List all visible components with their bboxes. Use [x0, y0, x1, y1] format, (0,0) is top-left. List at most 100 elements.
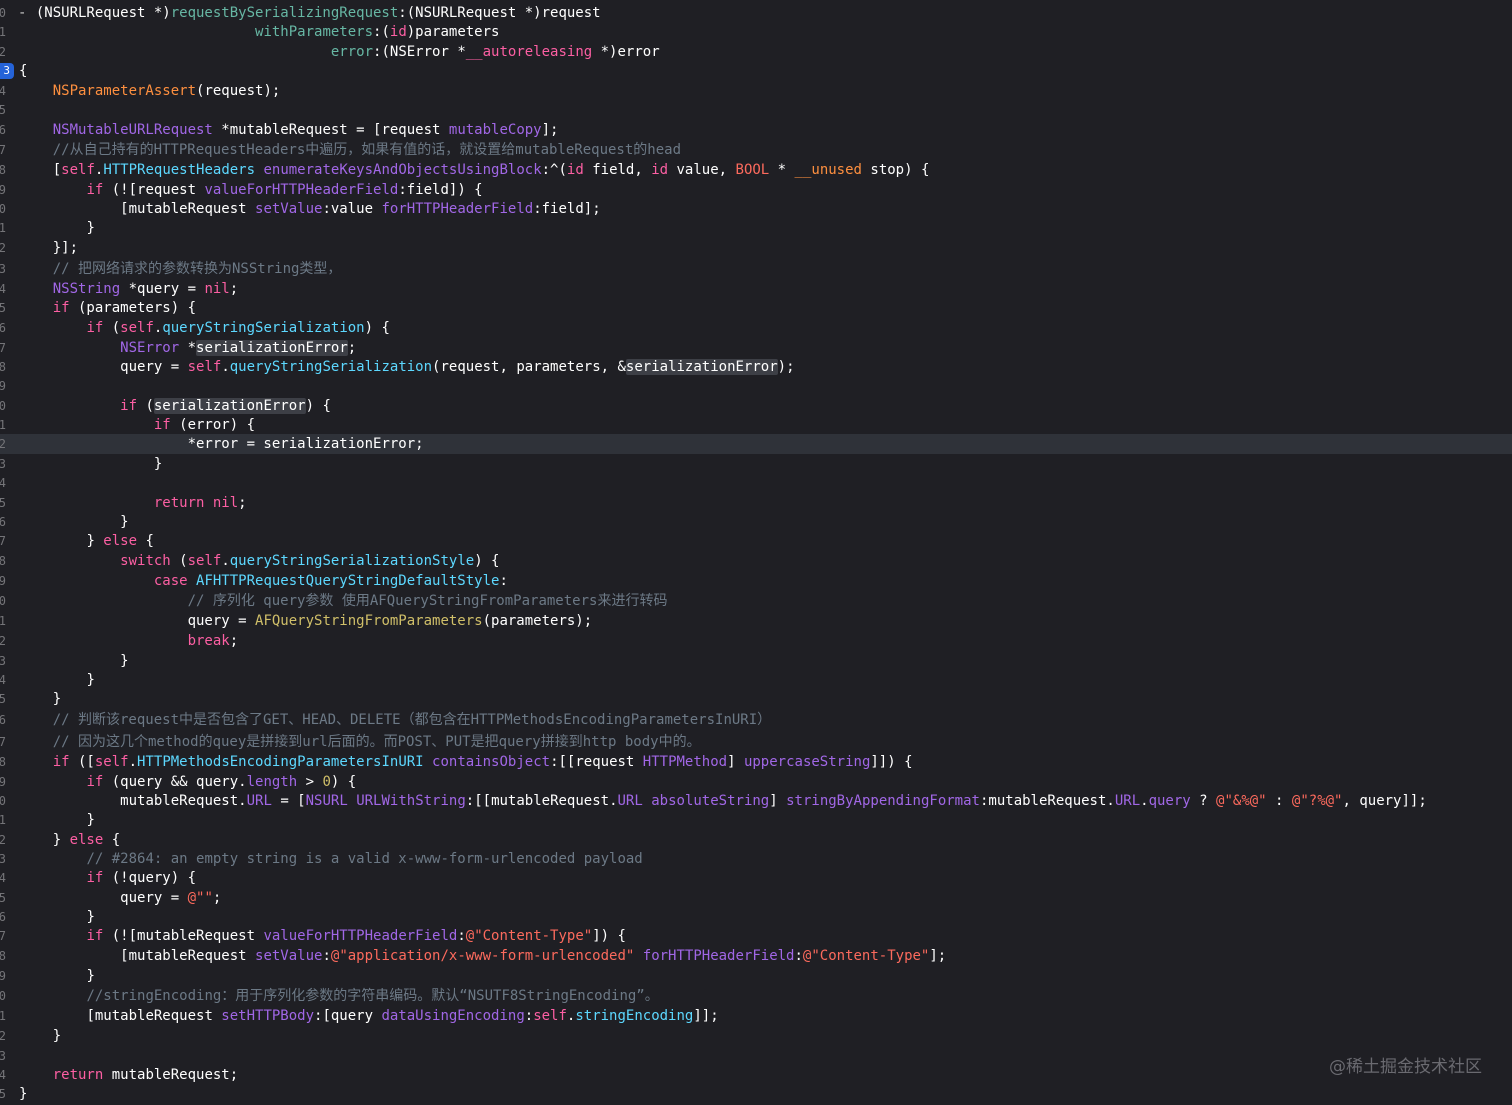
code-line[interactable]: 9 } — [0, 966, 1512, 986]
code-token: :value — [322, 201, 382, 217]
code-text: *error = serializationError; — [19, 434, 424, 454]
code-line[interactable]: 2 } — [0, 1026, 1512, 1046]
code-line[interactable]: 9 if (![request valueForHTTPHeaderField:… — [0, 180, 1512, 200]
code-line[interactable]: 0- (NSURLRequest *)requestBySerializingR… — [0, 3, 1512, 23]
code-line[interactable]: 1 withParameters:(id)parameters — [0, 22, 1512, 42]
code-line[interactable]: 2 } else { — [0, 830, 1512, 850]
code-token: , query]]; — [1342, 793, 1427, 809]
code-token: (query && query. — [103, 774, 247, 790]
code-line[interactable]: 3 // 把网络请求的参数转换为NSString类型， — [0, 259, 1512, 279]
line-number-text: 4 — [0, 871, 6, 885]
code-line[interactable]: 0 mutableRequest.URL = [NSURL URLWithStr… — [0, 791, 1512, 811]
code-line[interactable]: 5 — [0, 100, 1512, 120]
code-line[interactable]: 7 NSError *serializationError; — [0, 338, 1512, 358]
code-text: }]; — [19, 238, 78, 258]
code-line[interactable]: 2 break; — [0, 631, 1512, 651]
code-token: [mutableRequest — [120, 948, 256, 964]
code-line[interactable]: 2 error:(NSError *__autoreleasing *)erro… — [0, 42, 1512, 62]
code-line[interactable]: 7 } else { — [0, 531, 1512, 551]
code-token: // 序列化 query参数 使用AFQueryStringFromParame… — [187, 593, 668, 609]
code-line[interactable]: 8 switch (self.queryStringSerializationS… — [0, 551, 1512, 571]
code-line[interactable]: 5 if (parameters) { — [0, 298, 1512, 318]
code-token: (request); — [196, 83, 281, 99]
line-number: 9 — [0, 966, 12, 986]
code-line[interactable]: 5 query = @""; — [0, 888, 1512, 908]
code-line[interactable]: 6 } — [0, 512, 1512, 532]
code-line[interactable]: 9 case AFHTTPRequestQueryStringDefaultSt… — [0, 571, 1512, 591]
code-line[interactable]: 2 }]; — [0, 238, 1512, 258]
code-token: } — [52, 1028, 62, 1044]
code-token: else — [69, 832, 104, 848]
code-line[interactable]: 6 } — [0, 907, 1512, 927]
code-token: : — [524, 1008, 534, 1024]
code-line[interactable]: 3 — [0, 1046, 1512, 1066]
line-number-text: 0 — [0, 989, 6, 1003]
line-number-text: 6 — [0, 515, 6, 529]
code-text: if (query && query.length > 0) { — [19, 772, 356, 792]
code-line[interactable]: 7 if (![mutableRequest valueForHTTPHeade… — [0, 926, 1512, 946]
code-token: . — [221, 359, 230, 375]
line-number-text: 7 — [0, 341, 6, 355]
code-token: { — [19, 63, 28, 79]
code-text: case AFHTTPRequestQueryStringDefaultStyl… — [19, 571, 508, 591]
code-editor[interactable]: 0- (NSURLRequest *)requestBySerializingR… — [0, 0, 1512, 1105]
code-token: } — [86, 812, 95, 828]
code-line[interactable]: 8 if ([self.HTTPMethodsEncodingParameter… — [0, 752, 1512, 772]
code-token: . — [221, 553, 230, 569]
code-token: :(NSURLRequest *)request — [398, 5, 601, 21]
code-line[interactable]: 1 if (error) { — [0, 415, 1512, 435]
code-line[interactable]: 1 } — [0, 218, 1512, 238]
code-token: absoluteString — [651, 793, 770, 809]
code-line[interactable]: 0 [mutableRequest setValue:value forHTTP… — [0, 199, 1512, 219]
code-line[interactable]: 9 — [0, 376, 1512, 396]
code-line[interactable]: 5 } — [0, 689, 1512, 709]
code-token: value, — [668, 162, 736, 178]
code-token: } — [86, 533, 104, 549]
code-line[interactable]: 0 //stringEncoding：用于序列化参数的字符串编码。默认“NSUT… — [0, 986, 1512, 1006]
code-text: } — [19, 810, 95, 830]
code-line[interactable]: 7 //从自己持有的HTTPRequestHeaders中遍历，如果有值的话，就… — [0, 140, 1512, 160]
code-line[interactable]: 6 // 判断该request中是否包含了GET、HEAD、DELETE（都包含… — [0, 710, 1512, 730]
code-token: ) { — [474, 553, 500, 569]
code-text: (NSURLRequest *)requestBySerializingRequ… — [19, 3, 601, 23]
code-line[interactable]: 6 NSMutableURLRequest *mutableRequest = … — [0, 120, 1512, 140]
code-line[interactable]: 8 [mutableRequest setValue:@"application… — [0, 946, 1512, 966]
code-line[interactable]: 7 // 因为这几个method的quey是拼接到url后面的。而POST、PU… — [0, 732, 1512, 752]
line-number-text: 7 — [0, 735, 6, 749]
code-line[interactable]: 2 *error = serializationError; — [0, 434, 1512, 454]
code-line[interactable]: 1 [mutableRequest setHTTPBody:[query dat… — [0, 1006, 1512, 1026]
code-token: // 因为这几个method的quey是拼接到url后面的。而POST、PUT是… — [52, 734, 701, 750]
code-line[interactable]: 4 return mutableRequest; — [0, 1065, 1512, 1085]
code-text: NSParameterAssert(request); — [19, 81, 281, 101]
code-line[interactable]: 4 NSString *query = nil; — [0, 279, 1512, 299]
code-line[interactable]: 8 [self.HTTPRequestHeaders enumerateKeys… — [0, 160, 1512, 180]
code-line[interactable]: 4 if (!query) { — [0, 868, 1512, 888]
code-token: //从自己持有的HTTPRequestHeaders中遍历，如果有值的话，就设置… — [52, 142, 682, 158]
line-number: 1 — [0, 415, 12, 435]
code-line[interactable]: 3 } — [0, 454, 1512, 474]
code-line[interactable]: 3 // #2864: an empty string is a valid x… — [0, 849, 1512, 869]
code-line[interactable]: 9 if (query && query.length > 0) { — [0, 772, 1512, 792]
code-line[interactable]: 4 } — [0, 670, 1512, 690]
code-line[interactable]: 1 query = AFQueryStringFromParameters(pa… — [0, 611, 1512, 631]
code-line[interactable]: 3 } — [0, 651, 1512, 671]
code-token: )parameters — [406, 24, 500, 40]
code-line[interactable]: 8 query = self.queryStringSerialization(… — [0, 357, 1512, 377]
code-token: :field]; — [533, 201, 601, 217]
code-line[interactable]: 3{ — [0, 61, 1512, 81]
code-line[interactable]: 0 // 序列化 query参数 使用AFQueryStringFromPara… — [0, 591, 1512, 611]
code-line[interactable]: 1 } — [0, 810, 1512, 830]
code-token: id — [389, 24, 407, 40]
code-line[interactable]: 5} — [0, 1084, 1512, 1104]
code-line[interactable]: 0 if (serializationError) { — [0, 396, 1512, 416]
code-line[interactable]: 5 return nil; — [0, 493, 1512, 513]
code-line[interactable]: 4 — [0, 473, 1512, 493]
code-line[interactable]: 6 if (self.queryStringSerialization) { — [0, 318, 1512, 338]
code-line[interactable]: 4 NSParameterAssert(request); — [0, 81, 1512, 101]
